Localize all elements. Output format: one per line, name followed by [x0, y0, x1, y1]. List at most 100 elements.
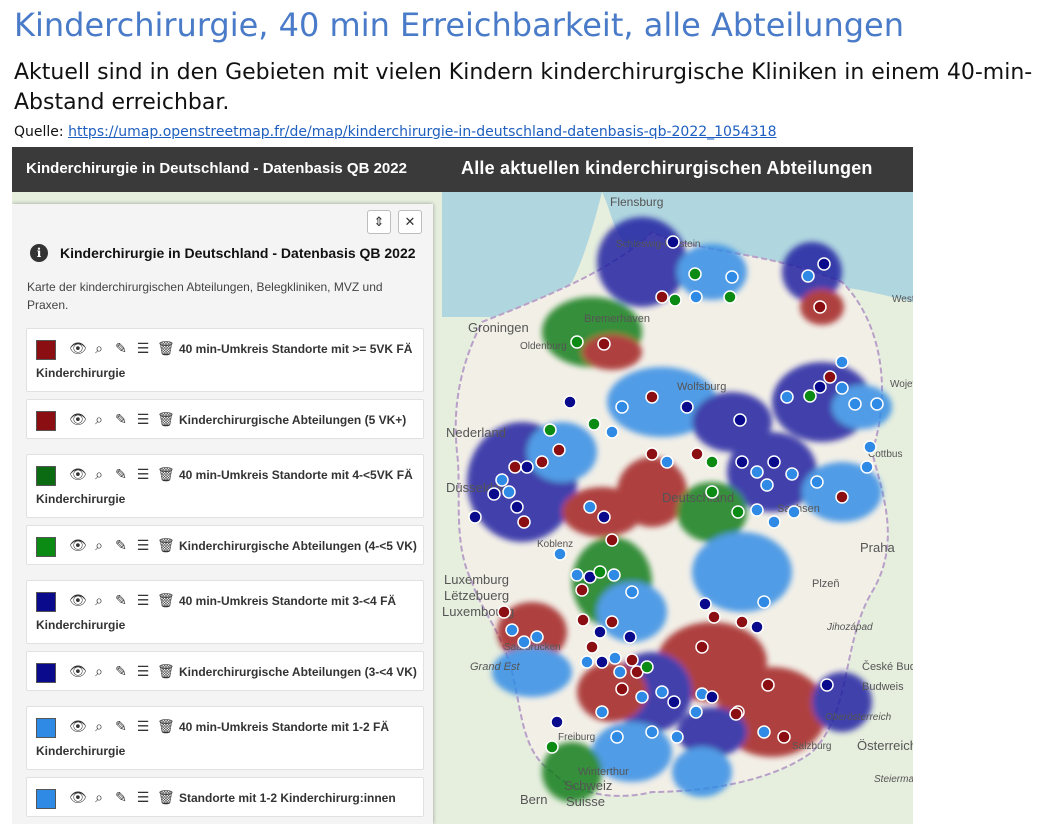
location-marker[interactable] — [817, 257, 831, 271]
location-marker[interactable] — [731, 505, 745, 519]
location-marker[interactable] — [510, 500, 524, 514]
zoom-icon[interactable]: ⌕ — [91, 718, 107, 735]
edit-icon[interactable]: ✎ — [113, 718, 129, 735]
location-marker[interactable] — [615, 400, 629, 414]
location-marker[interactable] — [723, 290, 737, 304]
eye-icon[interactable]: 👁 — [69, 537, 87, 554]
location-marker[interactable] — [835, 381, 849, 395]
trash-icon[interactable]: 🗑 — [157, 411, 175, 428]
layer-row[interactable]: 👁 ⌕ ✎ ☰ 🗑 Standorte mit 1-2 Kinderchirurg:inn… — [26, 777, 424, 817]
location-marker[interactable] — [767, 455, 781, 469]
location-marker[interactable] — [667, 695, 681, 709]
layer-row[interactable]: 👁 ⌕ ✎ ☰ 🗑 40 min-Umkreis Standorte mit 4-<5VK… — [26, 454, 424, 518]
location-marker[interactable] — [680, 400, 694, 414]
location-marker[interactable] — [615, 682, 629, 696]
trash-icon[interactable]: 🗑 — [157, 789, 175, 806]
edit-icon[interactable]: ✎ — [113, 663, 129, 680]
eye-icon[interactable]: 👁 — [69, 592, 87, 609]
location-marker[interactable] — [666, 235, 680, 249]
location-marker[interactable] — [767, 515, 781, 529]
trash-icon[interactable]: 🗑 — [157, 466, 175, 483]
expand-collapse-button[interactable]: ⇕ — [367, 210, 391, 234]
location-marker[interactable] — [605, 533, 619, 547]
trash-icon[interactable]: 🗑 — [157, 592, 175, 609]
location-marker[interactable] — [707, 610, 721, 624]
trash-icon[interactable]: 🗑 — [157, 663, 175, 680]
zoom-icon[interactable]: ⌕ — [91, 537, 107, 554]
location-marker[interactable] — [733, 413, 747, 427]
location-marker[interactable] — [757, 595, 771, 609]
location-marker[interactable] — [848, 397, 862, 411]
eye-icon[interactable]: 👁 — [69, 789, 87, 806]
location-marker[interactable] — [597, 510, 611, 524]
location-marker[interactable] — [570, 335, 584, 349]
location-marker[interactable] — [813, 300, 827, 314]
layer-row[interactable]: 👁 ⌕ ✎ ☰ 🗑 40 min-Umkreis Standorte mit 1-2 FÄ… — [26, 706, 424, 770]
location-marker[interactable] — [605, 425, 619, 439]
location-marker[interactable] — [607, 568, 621, 582]
location-marker[interactable] — [550, 715, 564, 729]
trash-icon[interactable]: 🗑 — [157, 340, 175, 357]
location-marker[interactable] — [502, 485, 516, 499]
map-frame[interactable]: Kinderchirurgie in Deutschland - Datenba… — [12, 147, 913, 824]
location-marker[interactable] — [625, 653, 639, 667]
location-marker[interactable] — [587, 417, 601, 431]
location-marker[interactable] — [610, 730, 624, 744]
location-marker[interactable] — [640, 660, 654, 674]
layer-row[interactable]: 👁 ⌕ ✎ ☰ 🗑 Kinderchirurgische Abteilungen (5 V… — [26, 399, 424, 439]
location-marker[interactable] — [593, 625, 607, 639]
location-marker[interactable] — [735, 615, 749, 629]
location-marker[interactable] — [645, 725, 659, 739]
table-icon[interactable]: ☰ — [135, 411, 151, 428]
location-marker[interactable] — [820, 678, 834, 692]
location-marker[interactable] — [777, 730, 791, 744]
location-marker[interactable] — [487, 487, 501, 501]
location-marker[interactable] — [787, 505, 801, 519]
location-marker[interactable] — [785, 467, 799, 481]
close-panel-button[interactable]: ✕ — [398, 210, 422, 234]
location-marker[interactable] — [750, 620, 764, 634]
zoom-icon[interactable]: ⌕ — [91, 663, 107, 680]
trash-icon[interactable]: 🗑 — [157, 718, 175, 735]
location-marker[interactable] — [810, 475, 824, 489]
location-marker[interactable] — [505, 623, 519, 637]
location-marker[interactable] — [813, 380, 827, 394]
location-marker[interactable] — [750, 503, 764, 517]
location-marker[interactable] — [497, 605, 511, 619]
location-marker[interactable] — [585, 640, 599, 654]
location-marker[interactable] — [580, 655, 594, 669]
location-marker[interactable] — [689, 290, 703, 304]
location-marker[interactable] — [517, 635, 531, 649]
location-marker[interactable] — [608, 651, 622, 665]
location-marker[interactable] — [595, 705, 609, 719]
location-marker[interactable] — [735, 455, 749, 469]
location-marker[interactable] — [835, 490, 849, 504]
location-marker[interactable] — [757, 725, 771, 739]
location-marker[interactable] — [698, 597, 712, 611]
location-marker[interactable] — [623, 630, 637, 644]
edit-icon[interactable]: ✎ — [113, 789, 129, 806]
location-marker[interactable] — [725, 270, 739, 284]
location-marker[interactable] — [705, 485, 719, 499]
table-icon[interactable]: ☰ — [135, 340, 151, 357]
location-marker[interactable] — [803, 389, 817, 403]
location-marker[interactable] — [695, 640, 709, 654]
location-marker[interactable] — [495, 473, 509, 487]
location-marker[interactable] — [553, 547, 567, 561]
location-marker[interactable] — [635, 690, 649, 704]
location-marker[interactable] — [645, 447, 659, 461]
location-marker[interactable] — [625, 585, 639, 599]
location-marker[interactable] — [668, 293, 682, 307]
location-marker[interactable] — [705, 455, 719, 469]
location-marker[interactable] — [535, 455, 549, 469]
location-marker[interactable] — [520, 460, 534, 474]
location-marker[interactable] — [597, 337, 611, 351]
location-marker[interactable] — [468, 510, 482, 524]
location-marker[interactable] — [750, 465, 764, 479]
trash-icon[interactable]: 🗑 — [157, 537, 175, 554]
table-icon[interactable]: ☰ — [135, 466, 151, 483]
location-marker[interactable] — [760, 478, 774, 492]
eye-icon[interactable]: 👁 — [69, 411, 87, 428]
location-marker[interactable] — [570, 568, 584, 582]
zoom-icon[interactable]: ⌕ — [91, 592, 107, 609]
